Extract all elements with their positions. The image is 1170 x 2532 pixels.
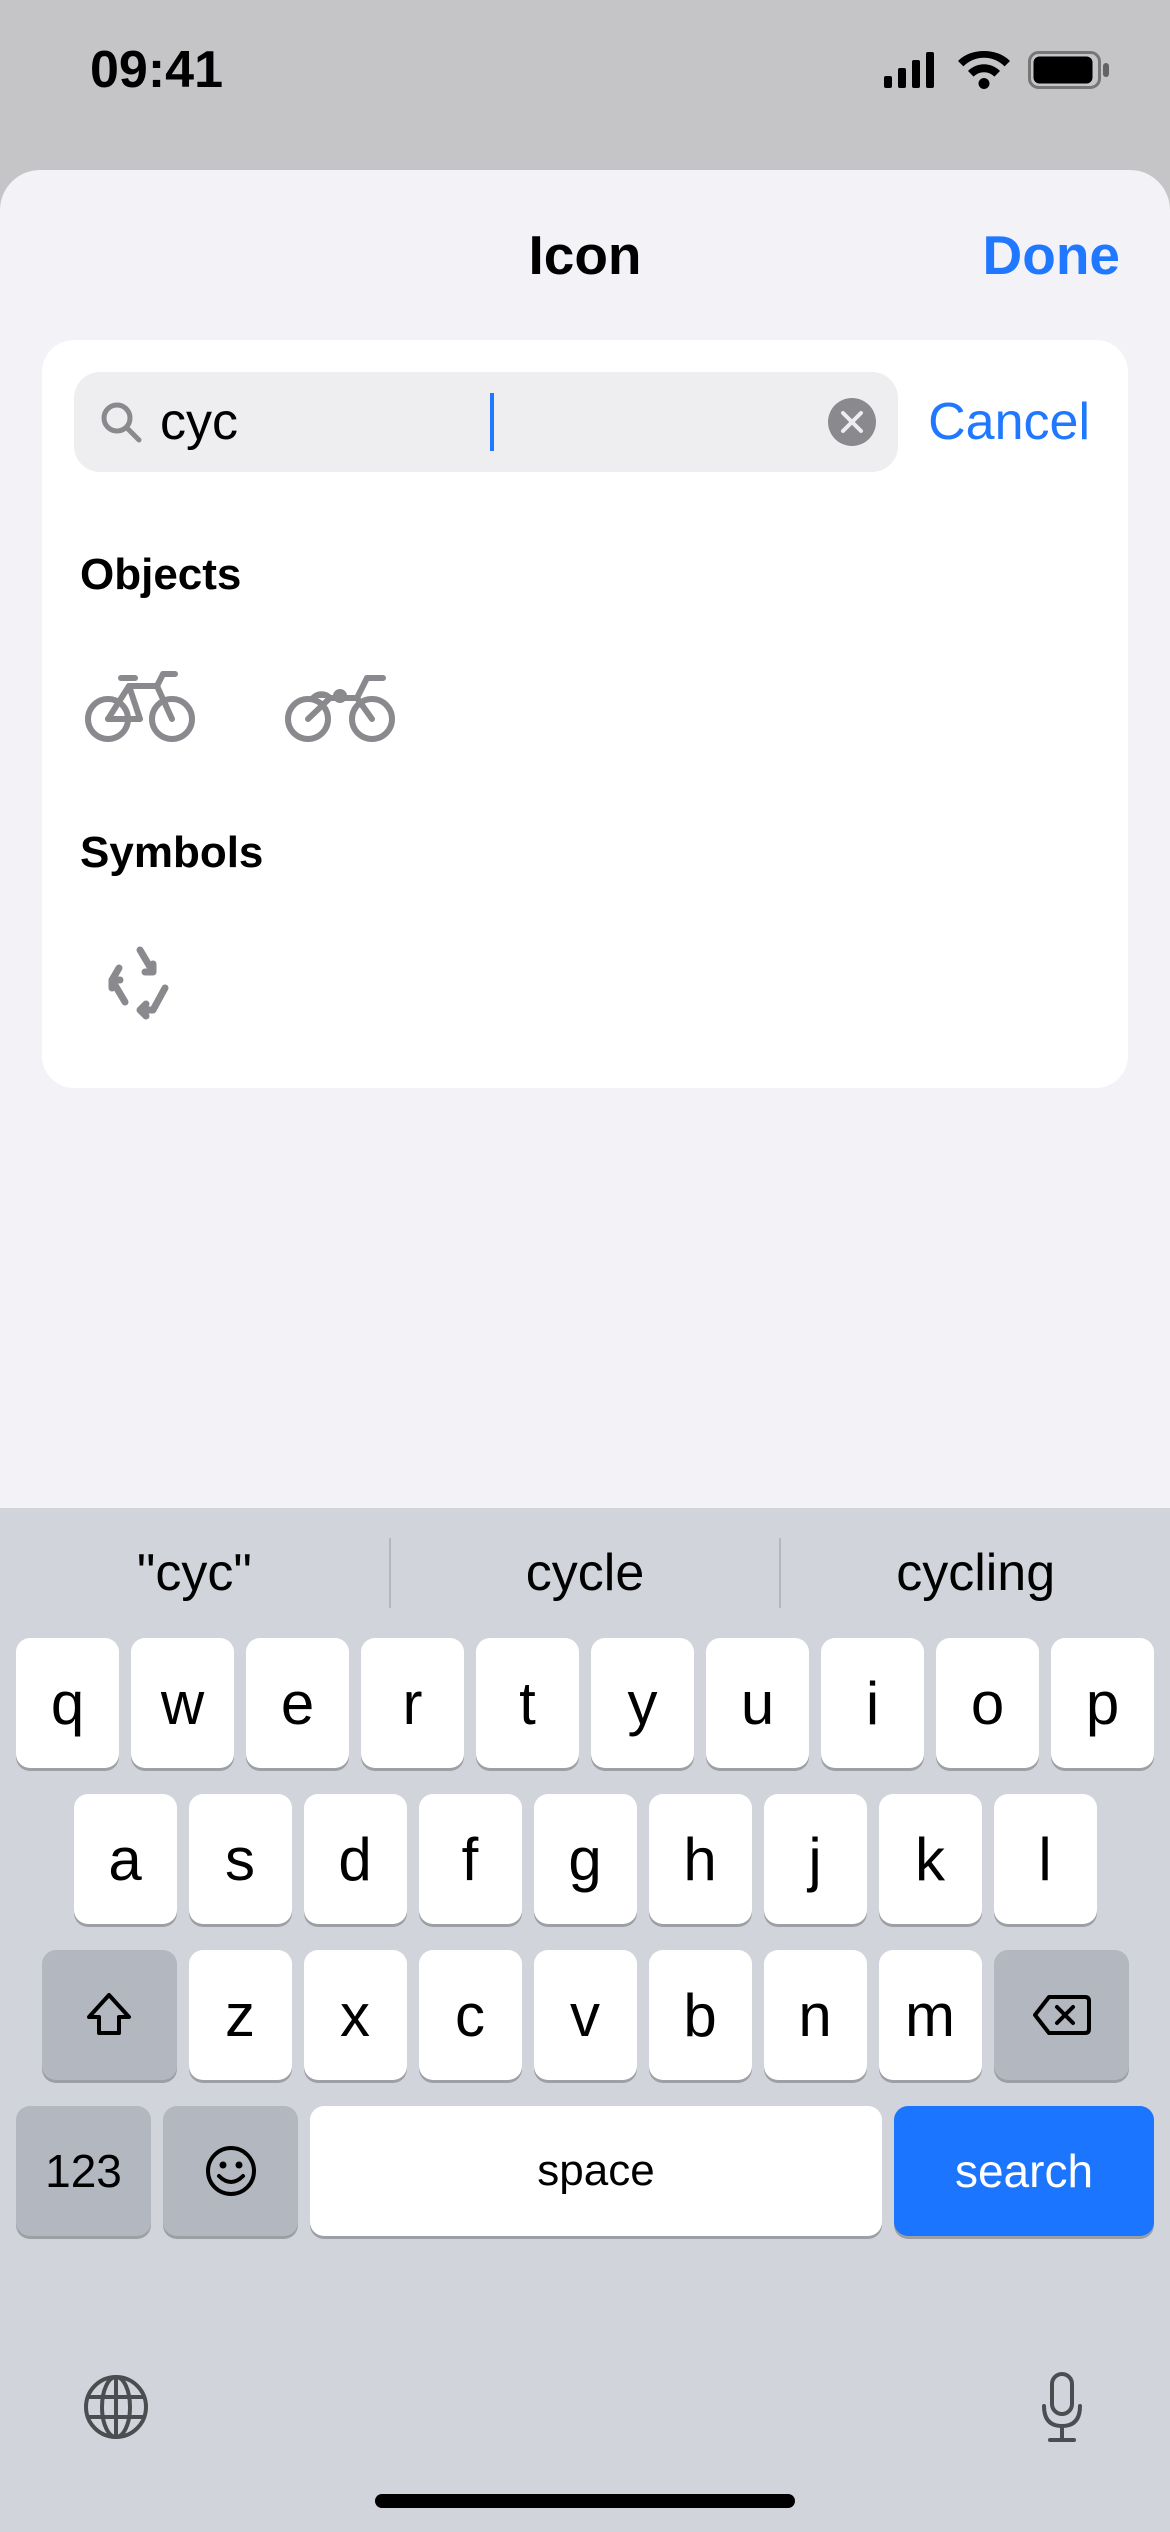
key-shift[interactable] [42,1950,177,2080]
cellular-signal-icon [884,52,940,88]
objects-icon-row [74,660,1096,750]
key-l[interactable]: l [994,1794,1097,1924]
done-button[interactable]: Done [983,223,1121,287]
icon-picker-sheet: Icon Done cyc Cancel Objects [0,170,1170,2532]
keyboard: "cyc" cycle cycling q w e r t y u i o p [0,1508,1170,2532]
key-f[interactable]: f [419,1794,522,1924]
key-emoji[interactable] [163,2106,298,2236]
key-a[interactable]: a [74,1794,177,1924]
symbols-icon-row [74,938,1096,1028]
key-w[interactable]: w [131,1638,234,1768]
key-h[interactable]: h [649,1794,752,1924]
home-indicator[interactable] [375,2494,795,2508]
status-icons [884,51,1110,89]
key-m[interactable]: m [879,1950,982,2080]
key-n[interactable]: n [764,1950,867,2080]
shift-icon [83,1989,135,2041]
key-i[interactable]: i [821,1638,924,1768]
search-results-card: cyc Cancel Objects [42,340,1128,1088]
suggestion-0[interactable]: "cyc" [0,1543,389,1603]
key-u[interactable]: u [706,1638,809,1768]
clear-search-button[interactable] [828,398,876,446]
key-j[interactable]: j [764,1794,867,1924]
section-header-objects: Objects [80,550,1096,600]
status-bar: 09:41 [0,0,1170,140]
mic-icon[interactable] [1034,2368,1090,2451]
key-k[interactable]: k [879,1794,982,1924]
key-o[interactable]: o [936,1638,1039,1768]
cancel-button[interactable]: Cancel [928,392,1096,452]
status-time: 09:41 [60,40,223,100]
key-e[interactable]: e [246,1638,349,1768]
sheet-title: Icon [528,223,641,287]
key-z[interactable]: z [189,1950,292,2080]
recycle-icon[interactable] [80,938,200,1028]
key-t[interactable]: t [476,1638,579,1768]
key-backspace[interactable] [994,1950,1129,2080]
key-q[interactable]: q [16,1638,119,1768]
key-s[interactable]: s [189,1794,292,1924]
bicycle-icon[interactable] [80,660,200,750]
emoji-icon [204,2144,258,2198]
key-numbers[interactable]: 123 [16,2106,151,2236]
sheet-header: Icon Done [0,170,1170,340]
key-search[interactable]: search [894,2106,1154,2236]
motorcycle-icon[interactable] [280,660,400,750]
key-y[interactable]: y [591,1638,694,1768]
keyboard-row-2: a s d f g h j k l [10,1794,1160,1924]
keyboard-row-3: z x c v b n m [10,1950,1160,2080]
key-g[interactable]: g [534,1794,637,1924]
key-b[interactable]: b [649,1950,752,2080]
section-header-symbols: Symbols [80,828,1096,878]
key-c[interactable]: c [419,1950,522,2080]
search-icon [96,397,146,447]
search-field[interactable]: cyc [74,372,898,472]
backspace-icon [1031,1993,1091,2037]
keyboard-row-4: 123 space search [10,2106,1160,2236]
suggestion-2[interactable]: cycling [781,1543,1170,1603]
screen: 09:41 Icon Done cyc [0,0,1170,2532]
search-input[interactable]: cyc [146,392,494,452]
keyboard-rows: q w e r t y u i o p a s d f g h [0,1638,1170,2236]
search-row: cyc Cancel [74,372,1096,472]
suggestion-bar: "cyc" cycle cycling [0,1508,1170,1638]
key-d[interactable]: d [304,1794,407,1924]
key-p[interactable]: p [1051,1638,1154,1768]
key-space[interactable]: space [310,2106,882,2236]
suggestion-1[interactable]: cycle [391,1543,780,1603]
globe-icon[interactable] [80,2371,152,2448]
key-x[interactable]: x [304,1950,407,2080]
wifi-icon [958,51,1010,89]
text-caret [490,393,494,451]
battery-icon [1028,51,1110,89]
key-r[interactable]: r [361,1638,464,1768]
key-v[interactable]: v [534,1950,637,2080]
keyboard-row-1: q w e r t y u i o p [10,1638,1160,1768]
